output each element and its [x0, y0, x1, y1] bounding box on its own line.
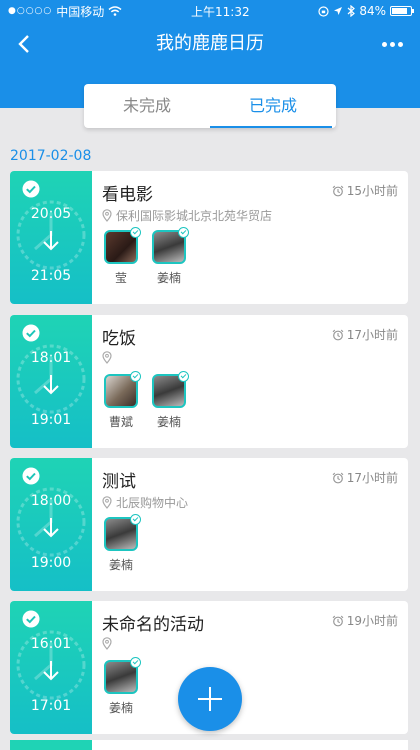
participant-name: 姜楠: [156, 271, 181, 285]
time-ago-label: 17小时前: [346, 328, 398, 342]
start-time: 16:01: [30, 636, 72, 652]
participant[interactable]: 曹斌: [102, 371, 141, 430]
time-column: 16:01 17:01: [10, 601, 92, 734]
event-card[interactable]: 20:05 21:05 看电影 15小时前 保利国际影城北京北苑华贸店 莹 姜楠: [10, 171, 408, 304]
location-pin-icon: [102, 351, 112, 364]
page-title: 我的鹿鹿日历: [156, 33, 264, 54]
time-column: 18:00 19:00: [10, 458, 92, 591]
rotation-lock-icon: [318, 5, 329, 17]
end-time: 19:01: [30, 412, 72, 428]
date-header: 2017-02-08: [10, 148, 92, 164]
check-badge-icon: [178, 371, 189, 382]
arrow-down-icon: [43, 661, 59, 681]
location-label: 北辰购物中心: [116, 496, 189, 510]
location: 保利国际影城北京北苑华贸店: [102, 207, 272, 224]
time-ago-label: 19小时前: [346, 614, 398, 628]
participants: 姜楠: [102, 657, 141, 716]
time-ago: 17小时前: [332, 326, 398, 343]
end-time: 19:00: [30, 555, 72, 571]
status-bar: ●○○○○ 中国移动 上午11:32 84%: [0, 0, 420, 22]
time-column: 18:01 19:01: [10, 315, 92, 448]
check-badge-icon: [130, 371, 141, 382]
start-time: 18:01: [30, 350, 72, 366]
location: [102, 637, 116, 650]
start-time: 20:05: [30, 206, 72, 222]
add-event-button[interactable]: [178, 667, 242, 731]
time-ago: 19小时前: [332, 612, 398, 629]
participant-name: 莹: [114, 271, 127, 285]
location-pin-icon: [102, 496, 112, 509]
location-label: 保利国际影城北京北苑华贸店: [116, 209, 273, 223]
check-circle-icon: [22, 180, 40, 198]
location-pin-icon: [102, 637, 112, 650]
more-dot-icon: [381, 41, 387, 47]
check-badge-icon: [130, 657, 141, 668]
participant[interactable]: 姜楠: [102, 514, 141, 573]
tab-incomplete[interactable]: 未完成: [84, 84, 210, 128]
time-ago-label: 15小时前: [346, 184, 398, 198]
check-circle-icon: [22, 467, 40, 485]
battery-percent: 84%: [359, 4, 386, 18]
tab-completed[interactable]: 已完成: [210, 84, 336, 128]
check-badge-icon: [130, 514, 141, 525]
nav-bar: 我的鹿鹿日历: [0, 22, 420, 66]
time-ago: 17小时前: [332, 469, 398, 486]
participant-name: 姜楠: [156, 415, 181, 429]
participant-name: 姜楠: [108, 701, 133, 715]
start-time: 18:00: [30, 493, 72, 509]
end-time: 21:05: [30, 268, 72, 284]
more-button[interactable]: [376, 30, 408, 58]
clock: 上午11:32: [191, 4, 250, 19]
battery-icon: [389, 6, 414, 16]
avatar[interactable]: [104, 514, 141, 551]
time-column: 20:05 21:05: [10, 171, 92, 304]
check-badge-icon: [178, 227, 189, 238]
avatar[interactable]: [104, 371, 141, 408]
participant-name: 曹斌: [108, 415, 133, 429]
check-badge-icon: [130, 227, 141, 238]
avatar[interactable]: [104, 227, 141, 264]
avatar[interactable]: [152, 227, 189, 264]
alarm-clock-icon: [332, 329, 344, 340]
event-title: 看电影: [102, 185, 153, 205]
participants: 莹 姜楠: [102, 227, 189, 286]
check-circle-icon: [22, 324, 40, 342]
wifi-icon: [108, 6, 122, 16]
arrow-down-icon: [43, 518, 59, 538]
participants: 姜楠: [102, 514, 141, 573]
participant[interactable]: 姜楠: [102, 657, 141, 716]
participant[interactable]: 姜楠: [150, 371, 189, 430]
event-card[interactable]: 18:00 19:00 测试 17小时前 北辰购物中心 姜楠: [10, 458, 408, 591]
check-circle-icon: [22, 610, 40, 628]
segment-tabs: 未完成 已完成: [84, 84, 336, 128]
more-dot-icon: [389, 41, 395, 47]
arrow-down-icon: [43, 231, 59, 251]
participant[interactable]: 姜楠: [150, 227, 189, 286]
alarm-clock-icon: [332, 185, 344, 196]
signal-icon: ●○○○○: [8, 6, 53, 16]
event-title: 测试: [102, 472, 136, 492]
participant[interactable]: 莹: [102, 227, 141, 286]
location-arrow-icon: [334, 7, 343, 15]
event-card[interactable]: 18:01 19:01 吃饭 17小时前 曹斌 姜楠: [10, 315, 408, 448]
location-pin-icon: [102, 209, 112, 222]
location: [102, 351, 116, 364]
time-ago-label: 17小时前: [346, 471, 398, 485]
arrow-down-icon: [43, 375, 59, 395]
location: 北辰购物中心: [102, 494, 188, 511]
time-ago: 15小时前: [332, 182, 398, 199]
event-title: 吃饭: [102, 329, 136, 349]
participant-name: 姜楠: [108, 558, 133, 572]
carrier-label: 中国移动: [56, 4, 105, 19]
next-card-peek: [10, 740, 408, 750]
bluetooth-icon: [347, 5, 356, 17]
alarm-clock-icon: [332, 615, 344, 626]
avatar[interactable]: [152, 371, 189, 408]
event-title: 未命名的活动: [102, 615, 204, 635]
more-dot-icon: [397, 41, 403, 47]
avatar[interactable]: [104, 657, 141, 694]
participants: 曹斌 姜楠: [102, 371, 189, 430]
alarm-clock-icon: [332, 472, 344, 483]
end-time: 17:01: [30, 698, 72, 714]
